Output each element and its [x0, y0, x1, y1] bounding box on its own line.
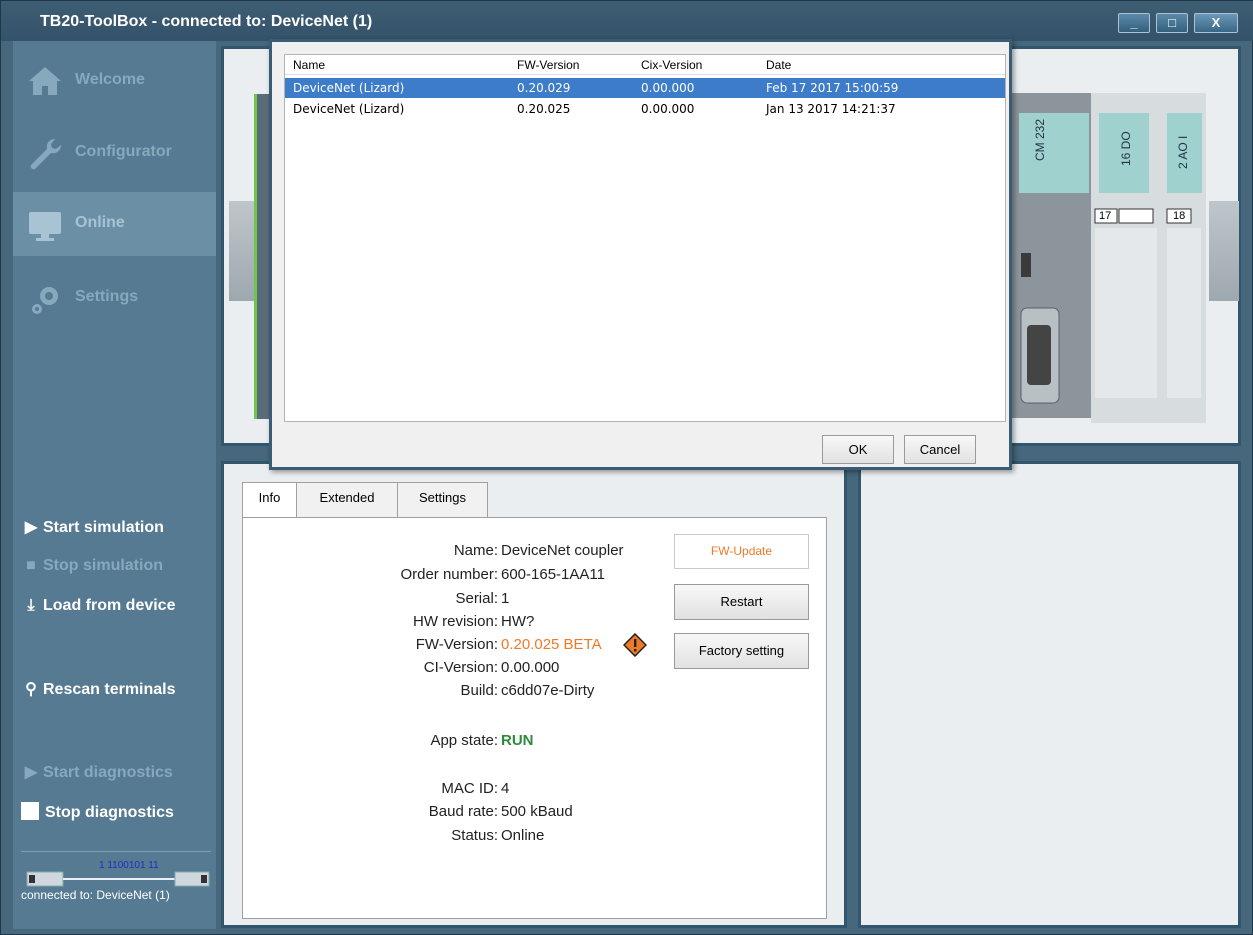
- firmware-dialog: Name FW-Version Cix-Version Date DeviceN…: [269, 39, 1012, 470]
- load-from-device-button[interactable]: ⤓ Load from device: [21, 597, 175, 615]
- nav-welcome[interactable]: Welcome: [13, 49, 216, 113]
- monitor-icon: [29, 212, 61, 241]
- module-label-cm232: CM 232: [1033, 118, 1047, 161]
- connection-status-area: 1 1100101 11: [21, 851, 211, 921]
- field-status-value: Online: [501, 827, 545, 844]
- nav-configurator[interactable]: Configurator: [13, 121, 216, 185]
- stop-square-icon: [21, 802, 39, 820]
- din-rail-right: [1209, 201, 1239, 301]
- list-item[interactable]: DeviceNet (Lizard) 0.20.029 0.00.000 Feb…: [285, 78, 1005, 98]
- list-item[interactable]: DeviceNet (Lizard) 0.20.025 0.00.000 Jan…: [285, 99, 1005, 119]
- module-label-2aoi: 2 AO I: [1176, 135, 1190, 169]
- field-name-value: DeviceNet coupler: [501, 542, 624, 559]
- column-header[interactable]: FW-Version: [517, 58, 579, 72]
- minimize-button[interactable]: _: [1118, 13, 1150, 33]
- field-fw-value: 0.20.025 BETA: [501, 636, 602, 653]
- gears-icon: [32, 287, 58, 314]
- field-serial-value: 1: [501, 590, 510, 607]
- close-button[interactable]: X: [1194, 13, 1238, 33]
- list-header: Name FW-Version Cix-Version Date: [285, 55, 1005, 75]
- play-icon: ▶: [24, 764, 38, 781]
- column-header[interactable]: Date: [766, 58, 791, 72]
- nav-label: Online: [75, 214, 125, 231]
- maximize-button[interactable]: □: [1156, 13, 1188, 33]
- nav-label: Configurator: [75, 143, 172, 160]
- usb-bits: 1 1100101 11: [99, 860, 159, 871]
- status-text: connected to: DeviceNet (1): [21, 888, 170, 902]
- secondary-panel: [858, 461, 1241, 928]
- factory-setting-button[interactable]: Factory setting: [674, 633, 809, 669]
- firmware-list[interactable]: Name FW-Version Cix-Version Date DeviceN…: [284, 54, 1006, 422]
- rescan-terminals-button[interactable]: ⚲ Rescan terminals: [21, 679, 175, 699]
- download-icon: ⤓: [27, 597, 35, 614]
- home-icon: [29, 67, 61, 95]
- tab-extended[interactable]: Extended: [296, 482, 398, 518]
- simulation-icon: ▶: [24, 519, 38, 536]
- start-diagnostics-button[interactable]: ▶ Start diagnostics: [21, 762, 173, 782]
- wrench-icon: [30, 138, 62, 170]
- cancel-button[interactable]: Cancel: [904, 435, 976, 464]
- warning-icon: [623, 633, 647, 657]
- field-ci-value: 0.00.000: [501, 659, 560, 676]
- window-title: TB20-ToolBox - connected to: DeviceNet (…: [40, 13, 373, 30]
- field-baud-value: 500 kBaud: [501, 803, 573, 820]
- tab-settings[interactable]: Settings: [397, 482, 488, 518]
- nav-online[interactable]: Online: [13, 192, 216, 256]
- column-header[interactable]: Name: [293, 58, 325, 72]
- slot-number: 18: [1173, 210, 1186, 222]
- restart-button[interactable]: Restart: [674, 584, 809, 620]
- tab-info[interactable]: Info: [242, 482, 297, 519]
- info-tab-content: Name: DeviceNet coupler Order number: 60…: [242, 517, 827, 919]
- slot-number: 17: [1099, 210, 1112, 222]
- start-simulation-button[interactable]: ▶ Start simulation: [21, 517, 164, 537]
- app-window: TB20-ToolBox - connected to: DeviceNet (…: [0, 0, 1253, 935]
- column-header[interactable]: Cix-Version: [641, 58, 702, 72]
- stop-diagnostics-button[interactable]: Stop diagnostics: [21, 802, 174, 822]
- nav-label: Settings: [75, 288, 139, 305]
- title-bar: TB20-ToolBox - connected to: DeviceNet (…: [1, 1, 1253, 41]
- nav-label: Welcome: [75, 71, 145, 88]
- nav-settings[interactable]: Settings: [13, 266, 216, 330]
- sidebar: Welcome Configurator Online Settings ▶ S…: [13, 41, 216, 929]
- field-hw-value: HW?: [501, 613, 535, 630]
- stop-simulation-icon: ■: [26, 557, 36, 574]
- search-icon: ⚲: [25, 681, 37, 698]
- ok-button[interactable]: OK: [822, 435, 894, 464]
- app-state-value: RUN: [501, 732, 534, 749]
- field-build-value: c6dd07e-Dirty: [501, 682, 595, 699]
- fw-update-button[interactable]: FW-Update: [674, 534, 809, 569]
- field-mac-value: 4: [501, 780, 510, 797]
- field-order-value: 600-165-1AA11: [501, 566, 605, 583]
- stop-simulation-button[interactable]: ■ Stop simulation: [21, 557, 163, 575]
- module-label-16do: 16 DO: [1119, 131, 1133, 166]
